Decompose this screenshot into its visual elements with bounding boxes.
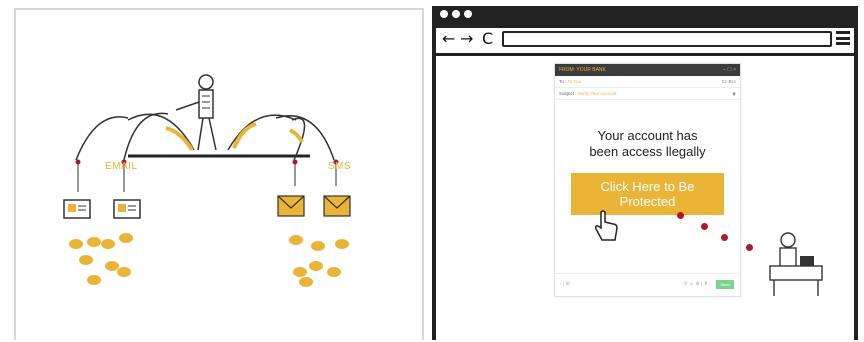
trail-dot bbox=[721, 234, 728, 241]
window-controls bbox=[440, 10, 472, 18]
minimize-dot-icon[interactable] bbox=[452, 10, 460, 18]
to-row: To : To You Cc Bcc bbox=[555, 76, 740, 88]
close-dot-icon[interactable] bbox=[440, 10, 448, 18]
email-from: FROM: YOUR BANK bbox=[559, 67, 606, 73]
email-window-controls[interactable]: – ☐ × bbox=[723, 64, 736, 76]
fish-group-right bbox=[289, 235, 349, 287]
to-label: To : bbox=[559, 79, 567, 84]
cc-bcc[interactable]: Cc Bcc bbox=[722, 76, 736, 87]
cta-line-2: Protected bbox=[619, 194, 676, 209]
browser-window: ← → C FROM: YOUR BANK – ☐ × To : To You … bbox=[432, 6, 858, 340]
hamburger-menu-icon[interactable] bbox=[836, 31, 850, 45]
to-value[interactable]: To You bbox=[567, 79, 581, 84]
envelope-icon bbox=[277, 195, 351, 217]
reload-icon[interactable]: C bbox=[482, 30, 493, 48]
address-bar[interactable] bbox=[502, 31, 832, 47]
footer-left-tools[interactable]: ‹ | ⊞ bbox=[560, 281, 570, 287]
forward-arrow-icon[interactable]: → bbox=[460, 30, 473, 48]
email-footer: ‹ | ⊞ ⚲ ☺ ⊕ | ⬆ Send bbox=[555, 273, 740, 296]
back-arrow-icon[interactable]: ← bbox=[442, 30, 455, 48]
message-line-1: Your account has bbox=[597, 128, 698, 143]
email-label: EMAIL bbox=[105, 161, 138, 172]
subject-label: Subject : bbox=[559, 91, 577, 96]
fish-group-left bbox=[69, 233, 133, 285]
email-header: FROM: YOUR BANK – ☐ × bbox=[555, 64, 740, 76]
hand-pointer-icon bbox=[595, 210, 618, 241]
trail-dot bbox=[701, 223, 708, 230]
footer-icons[interactable]: ⚲ ☺ ⊕ | ⬆ bbox=[684, 281, 708, 287]
browser-titlebar bbox=[436, 10, 854, 28]
phishing-link-button[interactable]: Click Here to Be Protected bbox=[571, 173, 724, 215]
id-card-icon bbox=[63, 199, 141, 219]
phishing-illustration bbox=[63, 74, 351, 287]
cta-line-1: Click Here to Be bbox=[600, 179, 695, 194]
phishing-illustration-panel: EMAIL SMS bbox=[14, 8, 424, 340]
eye-icon[interactable]: ◉ bbox=[732, 88, 736, 99]
subject-row: Subject : Verify Your Account ◉ bbox=[555, 88, 740, 100]
sms-label: SMS bbox=[328, 161, 352, 172]
trail-dot bbox=[677, 212, 684, 219]
person-at-desk-illustration bbox=[769, 232, 823, 296]
browser-navbar: ← → C bbox=[436, 28, 854, 56]
email-window: FROM: YOUR BANK – ☐ × To : To You Cc Bcc… bbox=[554, 63, 741, 297]
subject-value[interactable]: Verify Your Account bbox=[578, 91, 617, 96]
maximize-dot-icon[interactable] bbox=[464, 10, 472, 18]
message-line-2: been access llegally bbox=[589, 144, 706, 159]
trail-dot bbox=[746, 244, 753, 251]
send-button[interactable]: Send bbox=[716, 280, 734, 289]
